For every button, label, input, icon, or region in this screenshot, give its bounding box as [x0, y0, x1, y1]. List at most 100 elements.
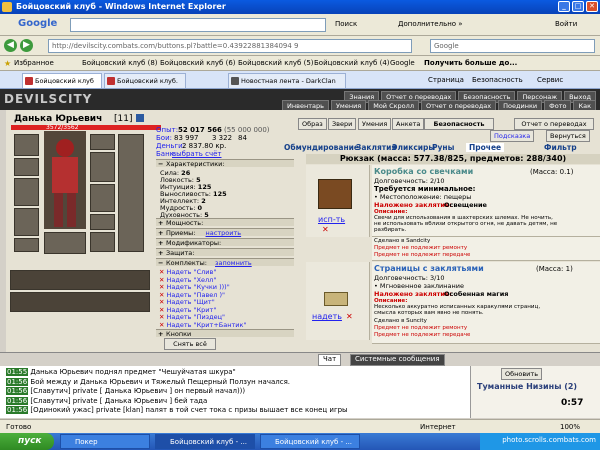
battles-value: 83 997 — [174, 134, 199, 142]
status-bar: Готово Интернет 100% — [0, 419, 600, 433]
sword-slot[interactable] — [90, 152, 115, 182]
delete-set-icon[interactable]: ✕ — [159, 321, 164, 329]
ie-page-menu[interactable]: Страница — [428, 76, 464, 84]
google-toolbar-search-input[interactable] — [70, 18, 326, 32]
security-button[interactable]: Безопасность — [424, 118, 494, 130]
inv-tab-equipment[interactable]: Обмундирование — [284, 143, 359, 152]
chat-line[interactable]: 01:56 [Славутич] private [ Данька Юрьеви… — [6, 387, 245, 395]
window-title-bar[interactable]: Бойцовский клуб - Windows Internet Explo… — [0, 0, 600, 14]
refresh-button[interactable]: Обновить — [501, 368, 543, 380]
fav-get-more[interactable]: Получить больше до... — [424, 59, 517, 67]
tab-fight-club-2[interactable]: Бойцовский клуб. — [104, 73, 186, 88]
taskbar-fight-club-2[interactable]: Бойцовский клуб - ... — [260, 434, 360, 449]
spell-pages-icon — [324, 292, 348, 306]
fav-link-4[interactable]: Бойцовский клуб (4) — [314, 59, 390, 67]
zoom-level[interactable]: 100% — [560, 423, 580, 431]
favorites-button[interactable]: Избранное — [14, 59, 54, 67]
amulet-slot[interactable] — [90, 134, 115, 150]
game-clock: 0:57 — [561, 398, 584, 408]
tab-fight-club-1[interactable]: Бойцовский клуб — [22, 73, 102, 88]
helmet-slot[interactable] — [14, 134, 39, 156]
pets-button[interactable]: Звери — [328, 118, 357, 130]
set-item[interactable]: ✕ Надеть "Крит+Бантик" — [159, 321, 246, 329]
chat-line[interactable]: 01:56 [Славутич] private [ Данька Юрьеви… — [6, 396, 208, 405]
inv-tab-elixirs[interactable]: Эликсиры — [392, 143, 435, 152]
appearance-button[interactable]: Образ — [298, 118, 327, 130]
earring-slot[interactable] — [14, 158, 39, 176]
section-buttons[interactable]: + Кнопки — [156, 329, 294, 338]
item-1-no-repair: Предмет не подлежит ремонту — [374, 245, 468, 251]
item-1-desc-line3: разбирать. — [374, 227, 407, 233]
section-receptions[interactable]: + Приемы: настроить — [156, 228, 294, 237]
weapon-slot[interactable] — [14, 178, 39, 206]
item-2-delete-icon[interactable]: ✕ — [346, 312, 353, 321]
boots-slot[interactable] — [90, 232, 115, 252]
bank-select-link[interactable]: выбрать счёт — [172, 150, 222, 158]
transfers-report-button[interactable]: Отчет о переводах — [514, 118, 594, 130]
chat-line[interactable]: 01:56 [Одинокий ужас] private [klan] пал… — [6, 406, 348, 414]
google-more-button[interactable]: Дополнительно » — [398, 20, 463, 28]
set-label[interactable]: Надеть "Крит+Бантик" — [167, 321, 247, 329]
tab-darkclan-news[interactable]: Новостная лента - DarkClan — [228, 73, 346, 88]
gloves-slot[interactable] — [90, 214, 115, 230]
address-bar: ◀ ▶ http://devilscity.combats.com/button… — [0, 36, 600, 56]
quick-slots-row-1[interactable] — [10, 270, 150, 290]
receptions-setup-link[interactable]: настроить — [206, 229, 242, 237]
candle-box-icon — [318, 179, 352, 209]
skills-button[interactable]: Умения — [358, 118, 392, 130]
fav-link-3[interactable]: Бойцовский клуб (5) — [238, 59, 314, 67]
chat-line[interactable]: 01:55 Данька Юрьевич поднял предмет "Чеш… — [6, 368, 236, 376]
profile-button[interactable]: Анкета — [392, 118, 425, 130]
start-button[interactable]: пуск — [0, 433, 54, 450]
section-sets[interactable]: − Комплекты: запомнить — [156, 258, 294, 267]
armor-slot[interactable] — [14, 208, 39, 236]
sets-remember-link[interactable]: запомнить — [215, 259, 252, 267]
belt-slot[interactable] — [14, 238, 39, 252]
section-mastery[interactable]: + Мощность: — [156, 218, 294, 227]
item-1-no-transfer: Предмет не подлежит передаче — [374, 252, 471, 258]
close-window-button[interactable]: ✕ — [586, 1, 598, 12]
chat-log[interactable]: 01:55 Данька Юрьевич поднял предмет "Чеш… — [0, 366, 470, 418]
inv-tab-other[interactable]: Прочее — [466, 143, 505, 152]
inv-tab-filter[interactable]: Фильтр — [544, 143, 577, 152]
take-off-all-button[interactable]: Снять всё — [164, 338, 216, 350]
section-modifiers[interactable]: + Модификаторы: — [156, 238, 294, 247]
hint-button[interactable]: Подсказка — [490, 130, 535, 142]
item-2-equip-link[interactable]: надеть — [312, 312, 342, 321]
item-2-mass: (Масса: 1) — [536, 265, 573, 273]
back-arrow-icon[interactable]: ◀ — [4, 39, 17, 52]
hp-value: 3572/3562 — [46, 124, 79, 131]
minimize-button[interactable]: _ — [558, 1, 570, 12]
backpack-header: Рюкзак (масса: 577.38/825, предметов: 28… — [306, 154, 600, 164]
google-login-button[interactable]: Войти — [555, 20, 577, 28]
url-input[interactable]: http://devilscity.combats.com/buttons.pl… — [48, 39, 412, 53]
chat-tab[interactable]: Чат — [318, 354, 342, 366]
fav-link-2[interactable]: Бойцовский клуб (6) — [160, 59, 236, 67]
forward-arrow-icon[interactable]: ▶ — [20, 39, 33, 52]
item-1-use-link[interactable]: исп-ть — [318, 215, 345, 224]
ring-slots[interactable] — [44, 232, 86, 254]
system-messages-tab[interactable]: Системные сообщения — [350, 354, 445, 366]
quick-slots-row-2[interactable] — [10, 292, 150, 312]
taskbar-fight-club-1[interactable]: Бойцовский клуб - ... — [155, 434, 255, 449]
ie-search-input[interactable]: Google — [430, 39, 595, 53]
maximize-button[interactable]: □ — [572, 1, 584, 12]
chat-line[interactable]: 01:56 Бой между и Данька Юрьевич и Тяжел… — [6, 377, 290, 386]
chat-text: [Славутич] private [ Данька Юрьевич ] бе… — [30, 396, 208, 405]
shield-slot[interactable] — [90, 184, 115, 212]
taskbar-poker[interactable]: Покер — [60, 434, 150, 449]
section-stats-header[interactable]: − Характеристики: — [156, 159, 294, 168]
item-2-spell-type: • Мгновенное заклинание — [374, 282, 464, 290]
google-search-button[interactable]: Поиск — [335, 20, 357, 28]
return-button[interactable]: Вернуться — [546, 130, 590, 142]
inv-tab-runes[interactable]: Руны — [432, 143, 454, 152]
inv-tab-spells[interactable]: Заклятия — [356, 143, 396, 152]
ie-tools-menu[interactable]: Сервис — [537, 76, 563, 84]
item-1-delete-icon[interactable]: ✕ — [322, 225, 329, 234]
chat-time: 01:56 — [6, 396, 29, 405]
fav-link-google[interactable]: Google — [390, 59, 415, 67]
section-protection[interactable]: + Защита: — [156, 248, 294, 257]
ie-security-menu[interactable]: Безопасность — [472, 76, 523, 84]
offhand-weapon-slot[interactable] — [118, 134, 144, 252]
fav-link-1[interactable]: Бойцовский клуб (8) — [82, 59, 158, 67]
